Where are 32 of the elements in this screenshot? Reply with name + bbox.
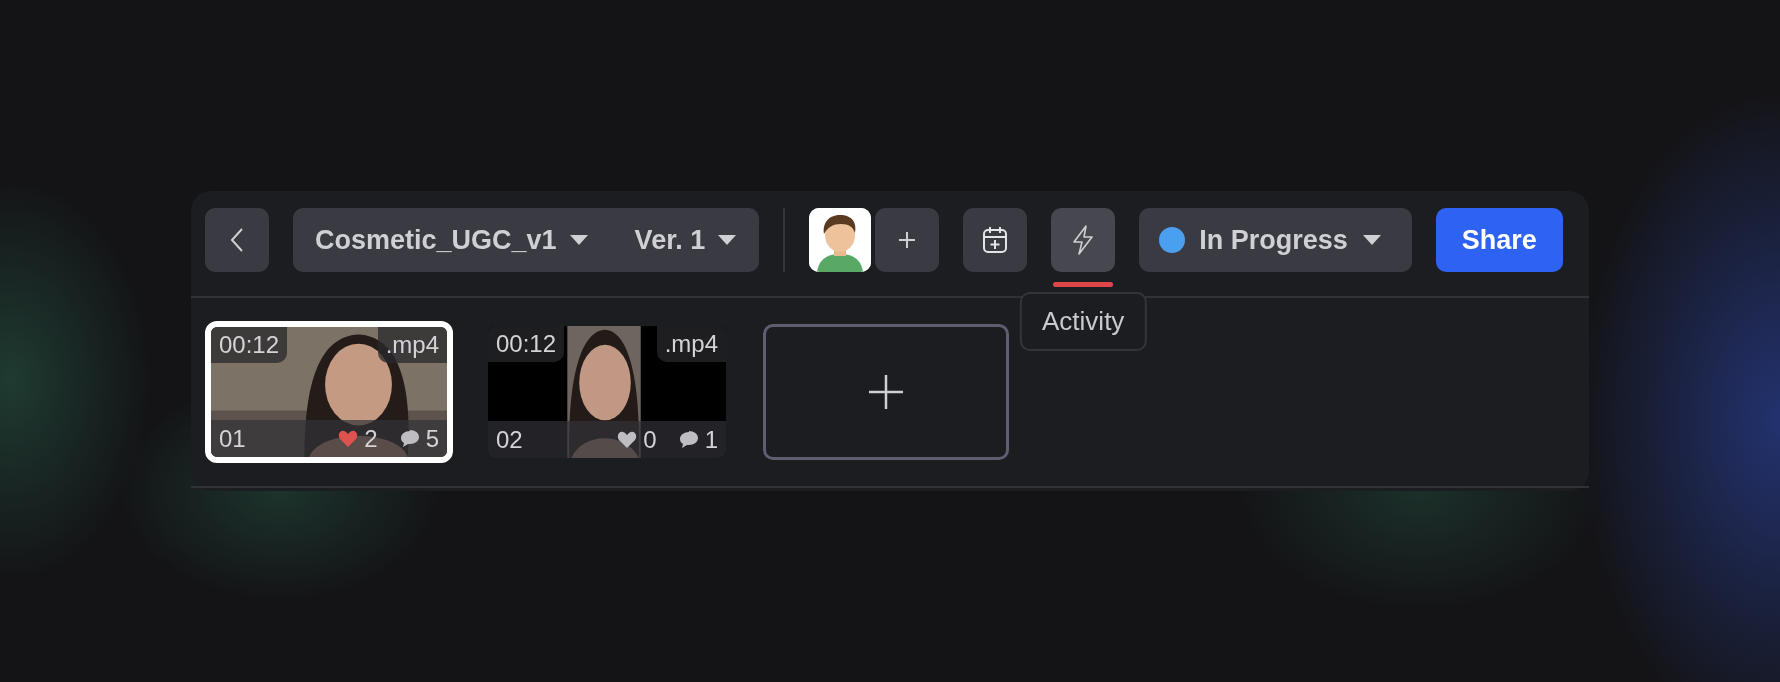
plus-icon bbox=[869, 375, 903, 409]
active-underline bbox=[1053, 282, 1114, 287]
caret-icon bbox=[717, 234, 738, 246]
clip-number: 02 bbox=[496, 425, 524, 454]
duration-label: 00:12 bbox=[211, 327, 288, 363]
status-dropdown[interactable]: In Progress bbox=[1139, 208, 1412, 272]
activity-button[interactable] bbox=[1051, 208, 1116, 272]
clip-thumbnail[interactable]: 00:12 .mp4 02 0 1 bbox=[483, 321, 731, 463]
format-label: .mp4 bbox=[656, 326, 726, 362]
lightning-icon bbox=[1072, 225, 1095, 255]
calendar-plus-icon bbox=[982, 226, 1009, 254]
share-button[interactable]: Share bbox=[1435, 208, 1563, 272]
comment-count: 5 bbox=[425, 424, 439, 453]
file-name-dropdown[interactable]: Cosmetic_UGC_v1 bbox=[315, 224, 589, 256]
comment-icon bbox=[678, 430, 699, 449]
comment-count: 1 bbox=[704, 425, 718, 454]
version-dropdown[interactable]: Ver. 1 bbox=[634, 224, 738, 256]
clip-number: 01 bbox=[219, 424, 247, 453]
user-avatar[interactable] bbox=[809, 208, 872, 272]
format-label: .mp4 bbox=[377, 327, 447, 363]
like-count: 0 bbox=[643, 425, 657, 454]
clip-thumbnail[interactable]: 00:12 .mp4 01 2 5 bbox=[205, 321, 453, 463]
caret-icon bbox=[568, 234, 589, 246]
plus-icon bbox=[899, 232, 916, 248]
comment-icon bbox=[399, 429, 420, 448]
like-count: 2 bbox=[364, 424, 378, 453]
tooltip: Activity bbox=[1020, 292, 1147, 351]
duration-label: 00:12 bbox=[488, 326, 565, 362]
chevron-left-icon bbox=[230, 227, 244, 253]
add-clip-button[interactable] bbox=[763, 324, 1009, 460]
calendar-button[interactable] bbox=[963, 208, 1028, 272]
caret-icon bbox=[1361, 234, 1382, 246]
